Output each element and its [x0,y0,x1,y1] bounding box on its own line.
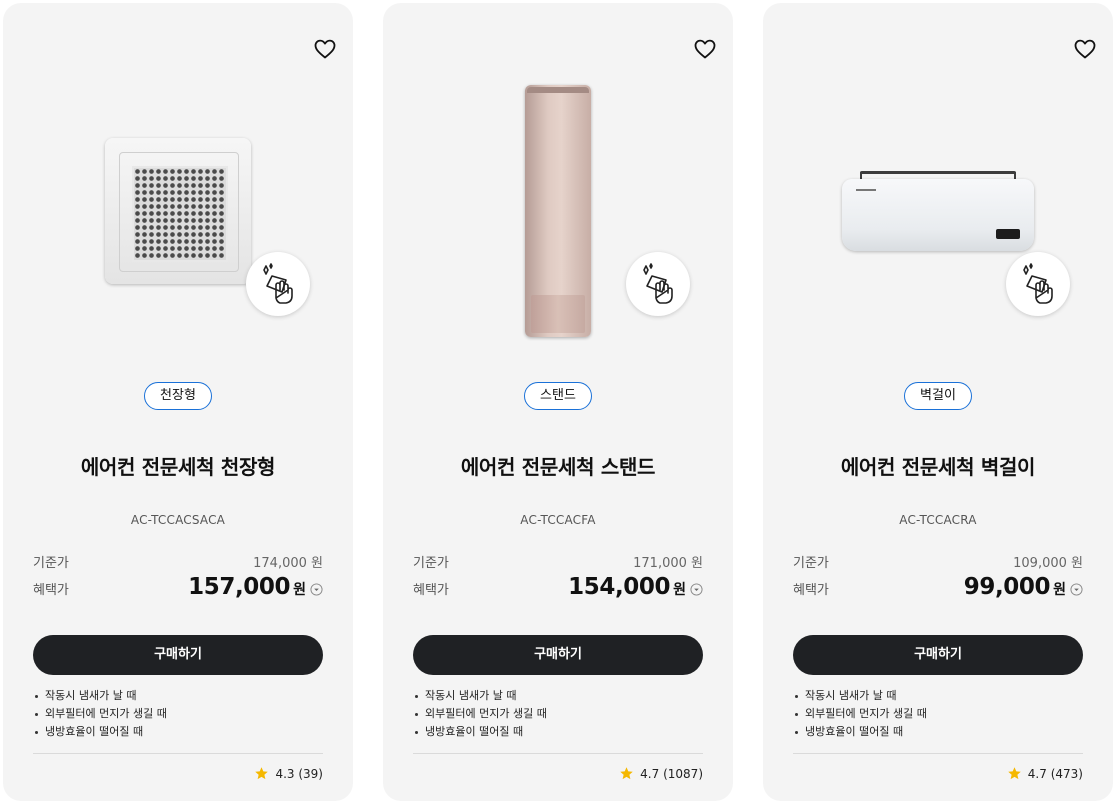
feature-item: 작동시 냄새가 날 때 [33,687,323,705]
product-type-tag: 천장형 [144,382,212,410]
wall-air-conditioner-image[interactable] [842,171,1034,251]
product-title[interactable]: 에어컨 전문세척 벽걸이 [763,451,1113,480]
feature-item: 작동시 냄새가 날 때 [793,687,1083,705]
product-rating[interactable]: 4.7 (473) [1007,766,1083,781]
chevron-down-circle-icon[interactable] [690,583,703,596]
star-icon [254,766,269,781]
product-card: 스탠드 에어컨 전문세척 스탠드 AC-TCCACFA 기준가 171,000 … [383,3,733,801]
cleaning-hand-icon [246,252,310,316]
sale-price-label: 혜택가 [33,583,69,598]
chevron-down-circle-icon[interactable] [1070,583,1083,596]
divider [413,753,703,754]
star-icon [1007,766,1022,781]
sale-price-row: 혜택가 157,000 원 [33,574,323,600]
buy-button[interactable]: 구매하기 [413,635,703,675]
cleaning-hand-icon [626,252,690,316]
buy-button[interactable]: 구매하기 [793,635,1083,675]
product-title[interactable]: 에어컨 전문세척 천장형 [3,451,353,480]
rating-score: 4.3 [275,766,295,781]
review-count: (39) [298,766,323,781]
currency-unit: 원 [293,582,306,598]
feature-item: 냉방효율이 떨어질 때 [33,723,323,741]
divider [793,753,1083,754]
product-model-code: AC-TCCACSACA [130,513,226,527]
product-card: 벽걸이 에어컨 전문세척 벽걸이 AC-TCCACRA 기준가 109,000 … [763,3,1113,801]
cleaning-hand-icon [1006,252,1070,316]
divider [33,753,323,754]
base-price-value: 109,000 원 [1013,556,1083,571]
product-model-code: AC-TCCACFA [520,513,596,527]
sale-price-value: 157,000 [188,574,291,600]
base-price-label: 기준가 [793,556,829,571]
product-rating[interactable]: 4.3 (39) [254,766,323,781]
product-title[interactable]: 에어컨 전문세척 스탠드 [383,451,733,480]
buy-button[interactable]: 구매하기 [33,635,323,675]
star-icon [619,766,634,781]
feature-item: 외부필터에 먼지가 생길 때 [33,705,323,723]
feature-list: 작동시 냄새가 날 때 외부필터에 먼지가 생길 때 냉방효율이 떨어질 때 [413,687,703,741]
product-type-tag: 벽걸이 [904,382,972,410]
feature-item: 냉방효율이 떨어질 때 [413,723,703,741]
base-price-label: 기준가 [413,556,449,571]
base-price-row: 기준가 109,000 원 [793,552,1083,571]
product-rating[interactable]: 4.7 (1087) [619,766,703,781]
sale-price-value: 99,000 [963,574,1051,600]
currency-unit: 원 [673,582,686,598]
feature-list: 작동시 냄새가 날 때 외부필터에 먼지가 생길 때 냉방효율이 떨어질 때 [33,687,323,741]
base-price-value: 174,000 원 [253,556,323,571]
currency-unit: 원 [1053,582,1066,598]
feature-item: 외부필터에 먼지가 생길 때 [793,705,1083,723]
base-price-row: 기준가 174,000 원 [33,552,323,571]
sale-price-label: 혜택가 [413,583,449,598]
sale-price-label: 혜택가 [793,583,829,598]
feature-list: 작동시 냄새가 날 때 외부필터에 먼지가 생길 때 냉방효율이 떨어질 때 [793,687,1083,741]
base-price-value: 171,000 원 [633,556,703,571]
review-count: (1087) [663,766,703,781]
stand-air-conditioner-image[interactable] [525,85,591,337]
heart-icon[interactable] [693,37,717,61]
feature-item: 외부필터에 먼지가 생길 때 [413,705,703,723]
product-card-list: 천장형 에어컨 전문세척 천장형 AC-TCCACSACA 기준가 174,00… [0,0,1118,805]
product-card: 천장형 에어컨 전문세척 천장형 AC-TCCACSACA 기준가 174,00… [3,3,353,801]
product-model-code: AC-TCCACRA [899,513,977,527]
heart-icon[interactable] [313,37,337,61]
sale-price-row: 혜택가 99,000 원 [793,574,1083,600]
heart-icon[interactable] [1073,37,1097,61]
base-price-label: 기준가 [33,556,69,571]
product-type-tag: 스탠드 [524,382,592,410]
rating-score: 4.7 [1027,766,1047,781]
cassette-air-conditioner-image[interactable] [105,138,251,284]
chevron-down-circle-icon[interactable] [310,583,323,596]
sale-price-value: 154,000 [568,574,671,600]
sale-price-row: 혜택가 154,000 원 [413,574,703,600]
review-count: (473) [1050,766,1083,781]
base-price-row: 기준가 171,000 원 [413,552,703,571]
feature-item: 작동시 냄새가 날 때 [413,687,703,705]
feature-item: 냉방효율이 떨어질 때 [793,723,1083,741]
rating-score: 4.7 [640,766,660,781]
